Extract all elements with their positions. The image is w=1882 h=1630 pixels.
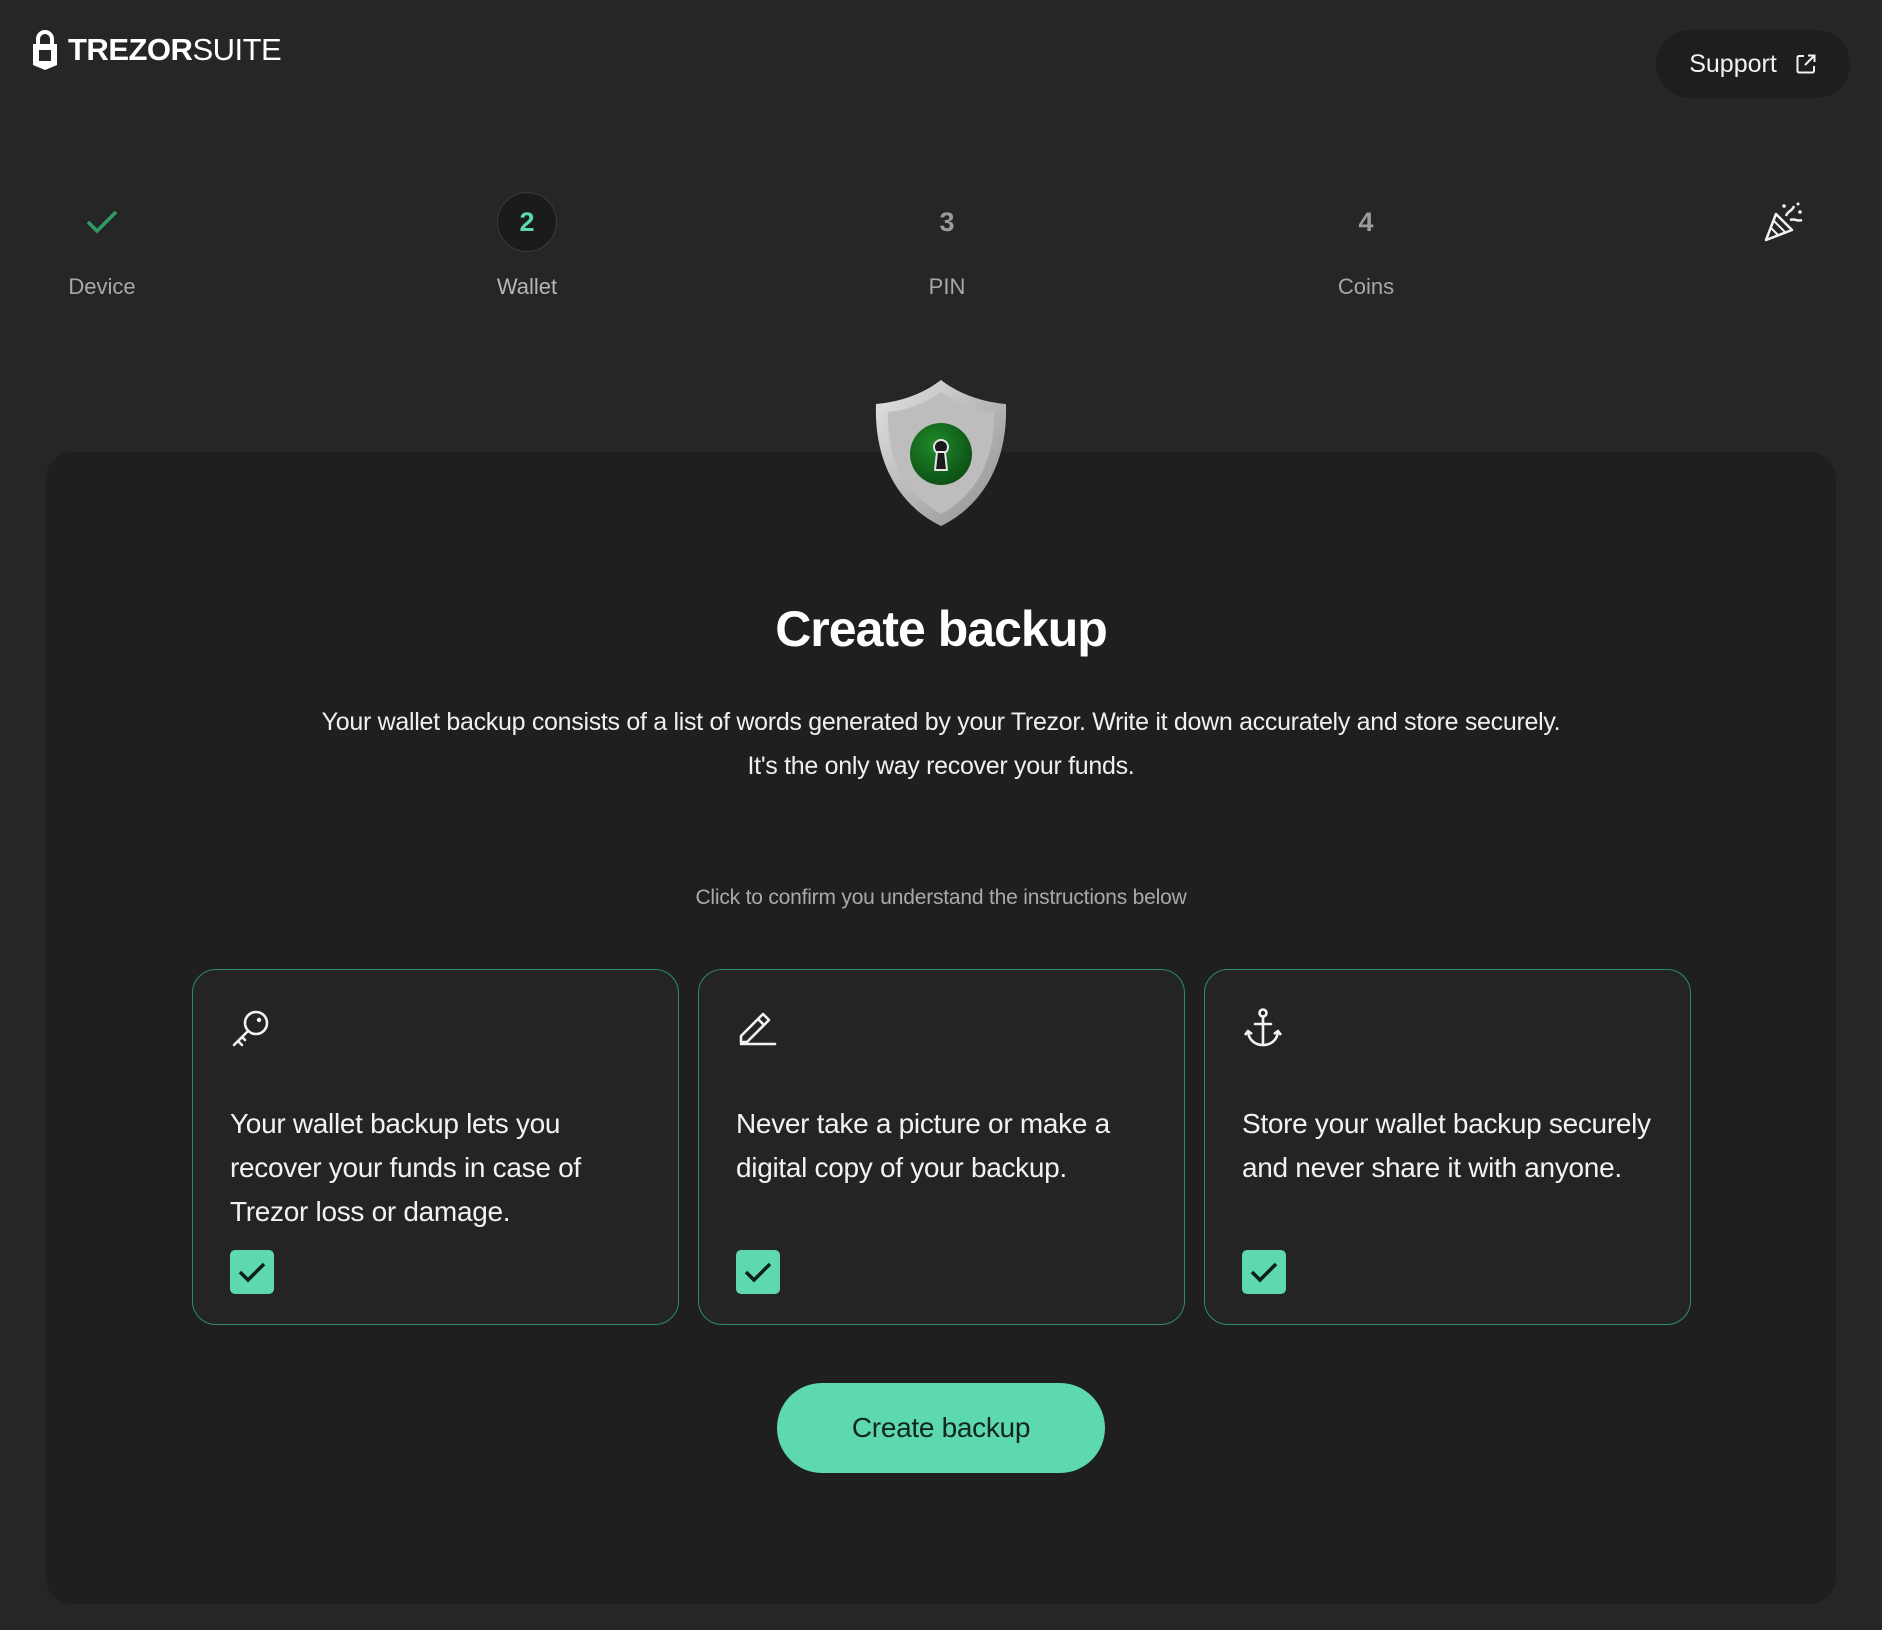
tile-checkbox[interactable] [736,1250,780,1294]
page-title: Create backup [775,601,1108,657]
step-number: 2 [497,192,557,252]
step-label: PIN [928,274,966,299]
instruction-tile-no-digital-copy[interactable]: Never take a picture or make a digital c… [698,969,1185,1325]
external-link-icon [1796,54,1816,74]
tile-text: Store your wallet backup securely and ne… [1242,1108,1651,1183]
step-device: Device [2,192,202,300]
instruction-tiles: Your wallet backup lets you recover your… [192,969,1691,1325]
step-coins: 4 Coins [1266,192,1466,300]
key-icon [232,1010,269,1047]
app-root: TREZORSUITE Support Device 2 Wallet 3 PI… [0,0,1882,1630]
backup-description: Your wallet backup consists of a list of… [0,700,1882,788]
step-label: Wallet [496,274,558,299]
padlock-logo-icon [33,30,57,70]
step-wallet: 2 Wallet [427,192,627,300]
confirm-hint: Click to confirm you understand the inst… [695,886,1187,909]
check-icon [1250,1262,1278,1283]
instruction-tile-recover[interactable]: Your wallet backup lets you recover your… [192,969,679,1325]
shield-keyhole-icon [875,380,1007,526]
pencil-icon [739,1012,777,1046]
tile-text: Never take a picture or make a digital c… [736,1108,1110,1183]
support-button[interactable]: Support [1656,30,1850,98]
tile-text: Your wallet backup lets you recover your… [230,1108,581,1227]
trezor-suite-logo: TREZORSUITE [30,28,282,72]
description-line: It's the only way recover your funds. [747,752,1135,780]
tile-checkbox[interactable] [230,1250,274,1294]
step-number: 3 [939,206,955,237]
support-label: Support [1689,49,1777,78]
step-label: Coins [1337,274,1395,299]
instruction-tile-store-securely[interactable]: Store your wallet backup securely and ne… [1204,969,1691,1325]
logo-text: TREZORSUITE [68,32,282,67]
step-number: 4 [1358,206,1374,237]
check-icon [744,1262,772,1283]
description-line: Your wallet backup consists of a list of… [321,708,1561,736]
step-pin: 3 PIN [847,192,1047,300]
create-backup-button[interactable]: Create backup [777,1383,1105,1473]
check-icon [86,210,118,234]
anchor-icon [1243,1008,1283,1047]
tile-checkbox[interactable] [1242,1250,1286,1294]
party-popper-icon [1764,202,1803,242]
step-label: Device [68,274,136,299]
check-icon [238,1262,266,1283]
